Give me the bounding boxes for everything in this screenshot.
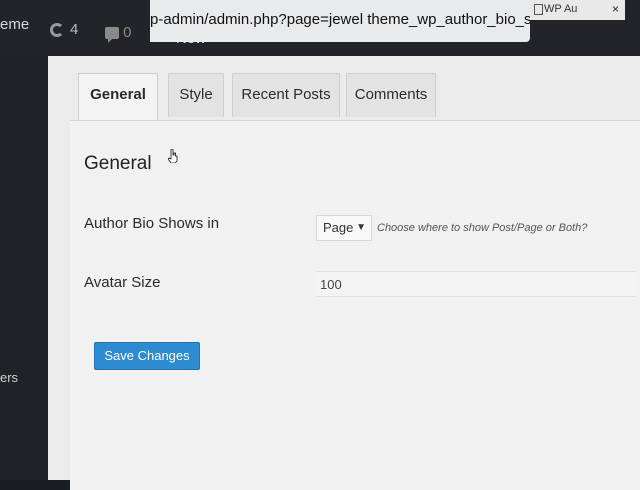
- author-bio-select[interactable]: Page ▼: [316, 215, 372, 241]
- avatar-size-label: Avatar Size: [84, 274, 161, 291]
- page-title: General: [84, 153, 152, 174]
- updates-count: 4: [70, 21, 79, 38]
- site-name-link[interactable]: eme: [0, 16, 29, 33]
- hand-cursor-icon: [168, 149, 178, 163]
- author-bio-select-value: Page: [323, 220, 354, 235]
- comment-bubble-icon: [105, 27, 119, 44]
- close-icon[interactable]: ×: [612, 0, 619, 18]
- settings-content: General Style Recent Posts Comments Gene…: [48, 56, 640, 490]
- tab-comments[interactable]: Comments: [346, 73, 436, 117]
- tab-general[interactable]: General: [78, 73, 158, 121]
- address-bar-url: p-admin/admin.php?page=jewel theme_wp_au…: [150, 11, 530, 28]
- address-bar[interactable]: p-admin/admin.php?page=jewel theme_wp_au…: [150, 0, 530, 42]
- browser-tab[interactable]: WP Au ×: [530, 0, 625, 20]
- author-bio-hint: Choose where to show Post/Page or Both?: [377, 222, 588, 234]
- admin-sidebar: ers: [0, 56, 48, 480]
- browser-tab-title: WP Au: [544, 3, 578, 15]
- avatar-size-input[interactable]: 100: [316, 271, 636, 297]
- save-changes-button[interactable]: Save Changes: [94, 342, 200, 370]
- author-bio-label: Author Bio Shows in: [84, 215, 220, 232]
- comments-link[interactable]: 0: [105, 24, 132, 44]
- tab-style[interactable]: Style: [168, 73, 224, 117]
- sidebar-item-users[interactable]: ers: [0, 370, 18, 385]
- chevron-down-icon: ▼: [356, 222, 366, 233]
- settings-panel: General Author Bio Shows in Page ▼ Choos…: [70, 120, 640, 490]
- tab-recent-posts[interactable]: Recent Posts: [232, 73, 340, 117]
- page-icon: [534, 4, 543, 15]
- updates-link[interactable]: 4: [50, 21, 78, 38]
- refresh-icon: [50, 23, 64, 38]
- comments-count: 0: [123, 24, 132, 41]
